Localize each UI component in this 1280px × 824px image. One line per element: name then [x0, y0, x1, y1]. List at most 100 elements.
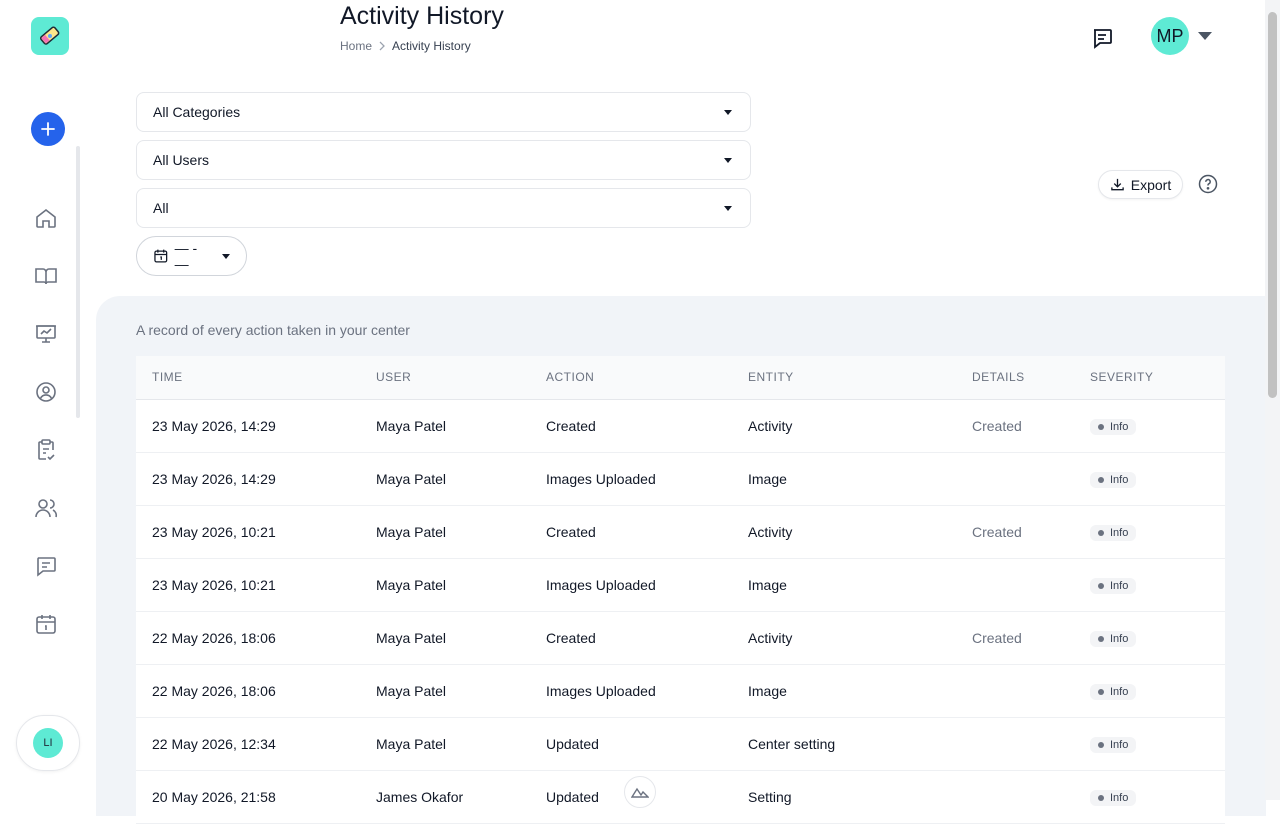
cell-action: Images Uploaded — [530, 452, 732, 506]
sidebar-item-library[interactable] — [32, 262, 60, 290]
sidebar-item-tasks[interactable] — [32, 436, 60, 464]
table-row[interactable]: 23 May 2026, 10:21 Maya Patel Images Uploa… — [136, 558, 1225, 612]
table-row[interactable]: 22 May 2026, 12:34 Maya Patel Updated Cente… — [136, 717, 1225, 771]
column-header-action[interactable]: ACTION — [530, 356, 732, 400]
cell-entity: Image — [732, 452, 956, 506]
breadcrumb: Home Activity History — [340, 39, 471, 53]
severity-label: Info — [1110, 685, 1129, 698]
severity-dot-icon — [1098, 423, 1104, 430]
severity-badge: Info — [1090, 789, 1137, 806]
severity-badge: Info — [1090, 471, 1137, 488]
chevron-right-icon — [379, 41, 385, 51]
severity-label: Info — [1110, 738, 1129, 751]
date-range-picker[interactable]: — - — — [136, 236, 247, 276]
export-label: Export — [1130, 176, 1172, 193]
sidebar-item-profile[interactable] — [32, 378, 60, 406]
cell-severity: Info — [1074, 611, 1225, 665]
column-header-severity[interactable]: SEVERITY — [1074, 356, 1225, 400]
cell-action: Created — [530, 611, 732, 665]
severity-badge: Info — [1090, 736, 1137, 753]
column-header-details[interactable]: DETAILS — [956, 356, 1074, 400]
column-header-entity[interactable]: ENTITY — [732, 356, 956, 400]
user-select-value: All Users — [153, 152, 210, 168]
cell-time: 22 May 2026, 12:34 — [136, 717, 360, 771]
plus-icon — [41, 122, 55, 136]
cell-details: Created — [956, 399, 1074, 453]
cell-time: 23 May 2026, 14:29 — [136, 452, 360, 506]
app-logo[interactable] — [31, 17, 69, 55]
severity-badge: Info — [1090, 683, 1137, 700]
profile-avatar[interactable]: MP — [1151, 17, 1189, 55]
cell-action: Images Uploaded — [530, 664, 732, 718]
cell-details — [956, 558, 1074, 612]
page-scrollbar[interactable] — [1265, 0, 1280, 800]
sidebar-scrollbar[interactable] — [76, 146, 80, 418]
profile-caret-icon[interactable] — [1198, 32, 1212, 40]
activity-table: TIME USER ACTION ENTITY DETAILS SEVERITY… — [136, 356, 1225, 824]
date-range-value: — - — — [174, 240, 198, 272]
presentation-icon — [36, 325, 56, 343]
severity-badge: Info — [1090, 418, 1137, 435]
clipboard-check-icon — [38, 439, 55, 461]
severity-badge: Info — [1090, 630, 1137, 647]
add-button[interactable] — [31, 112, 65, 146]
sidebar-item-users[interactable] — [32, 494, 60, 522]
cell-severity: Info — [1074, 558, 1225, 612]
category-select[interactable]: All Categories — [136, 92, 751, 132]
severity-select[interactable]: All — [136, 188, 751, 228]
user-select[interactable]: All Users — [136, 140, 751, 180]
cell-details: Created — [956, 611, 1074, 665]
home-icon — [36, 208, 56, 228]
pencil-logo-icon — [39, 26, 60, 45]
severity-label: Info — [1110, 632, 1129, 645]
cell-severity: Info — [1074, 505, 1225, 559]
messages-button[interactable] — [1088, 24, 1116, 52]
cell-user: Maya Patel — [360, 558, 530, 612]
severity-dot-icon — [1098, 635, 1104, 642]
users-icon — [35, 499, 58, 518]
user-avatar: LI — [33, 728, 63, 758]
cell-user: James Okafor — [360, 770, 530, 824]
cell-action: Created — [530, 399, 732, 453]
sidebar-item-messages[interactable] — [32, 552, 60, 580]
table-row[interactable]: 20 May 2026, 21:58 James Okafor Updated Set… — [136, 770, 1225, 824]
help-button[interactable] — [1197, 173, 1219, 195]
cell-severity: Info — [1074, 664, 1225, 718]
activity-panel: A record of every action taken in your c… — [96, 296, 1266, 824]
help-circle-icon — [1198, 174, 1218, 194]
table-row[interactable]: 22 May 2026, 18:06 Maya Patel Images Uploa… — [136, 664, 1225, 718]
cell-details — [956, 770, 1074, 824]
breadcrumb-home[interactable]: Home — [340, 39, 372, 53]
table-row[interactable]: 23 May 2026, 14:29 Maya Patel Images Uploa… — [136, 452, 1225, 506]
cell-entity: Activity — [732, 611, 956, 665]
sidebar-item-home[interactable] — [32, 204, 60, 232]
caret-down-icon — [222, 253, 230, 259]
cell-time: 23 May 2026, 14:29 — [136, 399, 360, 453]
sidebar-item-calendar[interactable] — [32, 610, 60, 638]
panel-description: A record of every action taken in your c… — [136, 322, 410, 338]
column-header-time[interactable]: TIME — [136, 356, 360, 400]
user-menu[interactable]: LI — [16, 715, 80, 771]
cell-entity: Image — [732, 558, 956, 612]
severity-select-value: All — [153, 200, 169, 216]
breadcrumb-current: Activity History — [392, 39, 471, 53]
sidebar-item-presentations[interactable] — [32, 320, 60, 348]
severity-badge: Info — [1090, 524, 1137, 541]
table-row[interactable]: 23 May 2026, 10:21 Maya Patel Created Activ… — [136, 505, 1225, 559]
column-header-user[interactable]: USER — [360, 356, 530, 400]
severity-label: Info — [1110, 420, 1129, 433]
floating-action-button[interactable] — [624, 776, 656, 808]
cell-time: 22 May 2026, 18:06 — [136, 611, 360, 665]
severity-dot-icon — [1098, 688, 1104, 695]
calendar-icon — [154, 249, 168, 263]
severity-label: Info — [1110, 473, 1129, 486]
table-row[interactable]: 23 May 2026, 14:29 Maya Patel Created Activ… — [136, 399, 1225, 453]
page-scroll-thumb[interactable] — [1268, 12, 1277, 398]
table-row[interactable]: 22 May 2026, 18:06 Maya Patel Created Activ… — [136, 611, 1225, 665]
cell-entity: Image — [732, 664, 956, 718]
cell-time: 20 May 2026, 21:58 — [136, 770, 360, 824]
export-button[interactable]: Export — [1098, 170, 1183, 199]
severity-label: Info — [1110, 579, 1129, 592]
sidebar: LI — [0, 0, 96, 800]
cell-details: Created — [956, 505, 1074, 559]
